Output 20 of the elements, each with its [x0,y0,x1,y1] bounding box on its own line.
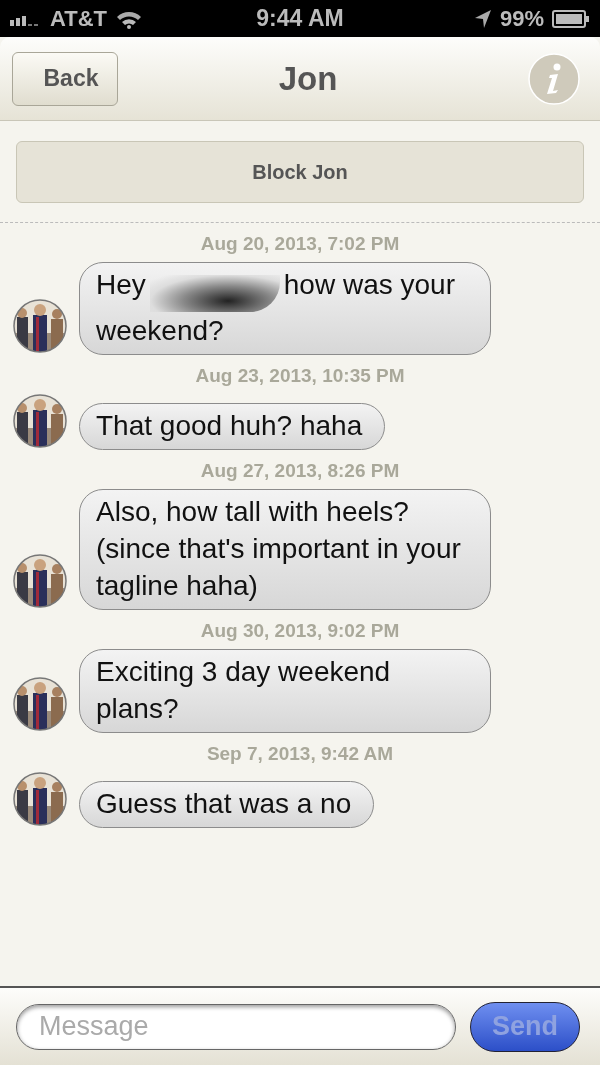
info-icon[interactable] [528,52,580,105]
contact-name: Jon [278,59,338,98]
battery-percent: 99% [499,5,544,32]
message-bubble: Also, how tall with heels? (since that's important in your tagline haha) [79,489,491,610]
carrier-name: AT&T [50,5,108,32]
message-timestamp: Aug 30, 2013, 9:02 PM [199,620,401,642]
message-timestamp: Sep 7, 2013, 9:42 AM [205,743,395,765]
location-arrow-icon [473,8,492,29]
message-bubble: That good huh? haha [79,403,386,450]
message-timestamp: Aug 23, 2013, 10:35 PM [194,365,406,387]
message-field[interactable]: Message [16,1003,456,1050]
message-bubble: Hey how was your weekend? [79,262,491,355]
message-timestamp: Aug 27, 2013, 8:26 PM [199,460,401,482]
message-bubble: Exciting 3 day weekend plans? [79,649,491,733]
message-timestamp: Aug 20, 2013, 7:02 PM [199,233,401,255]
message-bubble: Guess that was a no [79,781,375,828]
clock-time: 9:44 AM [256,5,344,32]
back-button[interactable]: Back [12,51,118,106]
battery-icon [552,9,590,28]
block-contact-button[interactable]: Block Jon [16,141,584,203]
